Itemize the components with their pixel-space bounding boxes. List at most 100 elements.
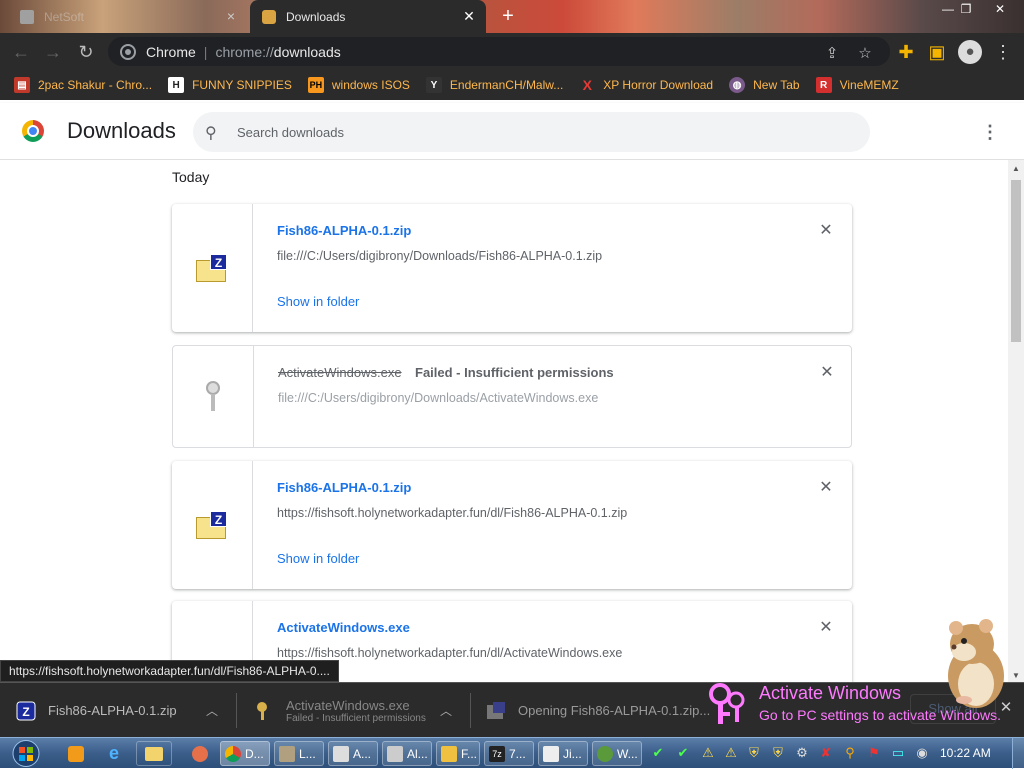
- document-icon: [543, 745, 559, 762]
- bookmark-item[interactable]: H FUNNY SNIPPIES: [168, 77, 292, 93]
- h-letter-icon: H: [168, 77, 185, 93]
- profile-avatar-icon[interactable]: ●: [958, 40, 982, 64]
- address-bar[interactable]: Chrome | chrome:// downloads ⇪ ☆: [108, 37, 890, 66]
- monitor-icon[interactable]: ▭: [890, 745, 906, 761]
- file-name-link[interactable]: ActivateWindows.exe: [277, 620, 410, 635]
- back-arrow-icon[interactable]: ←: [10, 41, 32, 63]
- tools-icon[interactable]: ✘: [818, 745, 834, 761]
- bookmark-item[interactable]: ▤ 2pac Shakur - Chro...: [14, 77, 152, 93]
- bookmark-label: windows ISOS: [331, 78, 410, 92]
- shield-icon[interactable]: ⛨: [770, 745, 786, 761]
- bookmark-item[interactable]: Y EndermanCH/Malw...: [425, 77, 564, 93]
- forward-arrow-icon[interactable]: →: [42, 41, 64, 63]
- more-actions-icon[interactable]: ⋮: [980, 120, 1000, 144]
- file-icon-column: Z: [172, 461, 253, 589]
- tab-title: Downloads: [286, 9, 346, 24]
- taskbar-task-7zip[interactable]: 7z 7...: [484, 741, 534, 766]
- reload-icon[interactable]: ↻: [75, 41, 97, 63]
- chrome-icon: [225, 745, 241, 762]
- bookmark-label: FUNNY SNIPPIES: [192, 78, 292, 92]
- bookmark-item[interactable]: PH windows ISOS: [307, 77, 410, 93]
- remove-close-icon[interactable]: ✕: [818, 223, 834, 239]
- shield-icon: [441, 745, 457, 762]
- shelf-item-failed[interactable]: ActivateWindows.exe Failed - Insufficien…: [254, 683, 452, 738]
- taskbar-task[interactable]: W...: [592, 741, 642, 766]
- warning-icon[interactable]: ⚠: [700, 745, 716, 761]
- tab-close-icon[interactable]: ×: [224, 9, 238, 23]
- taskbar-task-chrome[interactable]: D...: [220, 741, 270, 766]
- remove-close-icon[interactable]: ✕: [818, 620, 834, 636]
- zip-file-icon: Z: [196, 254, 228, 282]
- omnibox-separator: |: [203, 43, 208, 60]
- system-clock[interactable]: 10:22 AM: [940, 746, 991, 760]
- app-icon: [387, 745, 403, 762]
- file-icon-column: [173, 346, 254, 447]
- remove-close-icon[interactable]: ✕: [818, 480, 834, 496]
- flag-icon[interactable]: ⚑: [866, 745, 882, 761]
- tab-inactive[interactable]: NetSoft ×: [8, 0, 248, 33]
- file-name-link[interactable]: Fish86-ALPHA-0.1.zip: [277, 480, 411, 495]
- show-desktop-button[interactable]: [1012, 738, 1024, 769]
- scrollbar-thumb[interactable]: [1011, 180, 1021, 342]
- search-box[interactable]: ⚲: [193, 112, 870, 152]
- taskbar-task[interactable]: L...: [274, 741, 324, 766]
- internet-explorer-icon[interactable]: e: [96, 741, 132, 766]
- checkmark-icon[interactable]: ✔: [675, 745, 691, 761]
- media-player-icon[interactable]: [58, 741, 94, 766]
- taskbar-task[interactable]: Al...: [382, 741, 432, 766]
- start-orb-icon[interactable]: [8, 739, 44, 768]
- file-name-link[interactable]: Fish86-ALPHA-0.1.zip: [277, 223, 411, 238]
- bookmark-item[interactable]: ◍ New Tab: [729, 77, 800, 93]
- shelf-item[interactable]: Z Fish86-ALPHA-0.1.zip ︿: [16, 683, 218, 738]
- minimize-icon[interactable]: —: [938, 2, 958, 16]
- scroll-up-arrow-icon[interactable]: ▲: [1012, 164, 1020, 173]
- svg-text:Z: Z: [22, 705, 29, 719]
- zip-file-icon: Z: [16, 701, 36, 720]
- app-icon: [333, 745, 349, 762]
- bookmark-star-icon[interactable]: ☆: [856, 45, 874, 63]
- warning-icon[interactable]: ⚠: [723, 745, 739, 761]
- download-item: Z Fish86-ALPHA-0.1.zip file:///C:/Users/…: [172, 204, 852, 332]
- globe-icon: ◍: [729, 77, 746, 93]
- task-label: W...: [617, 746, 638, 761]
- bookmark-item[interactable]: X XP Horror Download: [579, 77, 714, 93]
- paint-icon[interactable]: [182, 741, 218, 766]
- shelf-item-opening[interactable]: Opening Fish86-ALPHA-0.1.zip...: [486, 683, 710, 738]
- link-status-bubble: https://fishsoft.holynetworkadapter.fun/…: [0, 660, 339, 682]
- taskbar-task[interactable]: F...: [436, 741, 480, 766]
- new-tab-button[interactable]: +: [498, 6, 518, 26]
- shelf-divider: [236, 693, 237, 728]
- shield-icon[interactable]: ⛨: [746, 745, 762, 761]
- gear-icon[interactable]: ⚙: [794, 745, 810, 761]
- taskbar-task[interactable]: Ji...: [538, 741, 588, 766]
- remove-close-icon[interactable]: ✕: [819, 365, 835, 381]
- share-icon[interactable]: ⇪: [823, 45, 841, 63]
- browser-menu-icon[interactable]: ⋮: [992, 41, 1014, 63]
- extensions-puzzle-icon[interactable]: ✚: [895, 41, 917, 63]
- checkmark-icon[interactable]: ✔: [650, 745, 666, 761]
- bookmark-item[interactable]: R VineMEMZ: [815, 77, 899, 93]
- tab-downloads[interactable]: Downloads ✕: [250, 0, 486, 33]
- side-panel-icon[interactable]: ▣: [926, 41, 948, 63]
- search-input[interactable]: [237, 124, 837, 140]
- search-icon[interactable]: ⚲: [842, 745, 858, 761]
- taskbar-task[interactable]: A...: [328, 741, 378, 766]
- search-icon: ⚲: [205, 125, 217, 142]
- vertical-scrollbar[interactable]: ▲ ▼: [1008, 160, 1024, 682]
- show-in-folder-link[interactable]: Show in folder: [277, 551, 359, 566]
- downloads-header: Downloads ⚲ ⋮: [0, 103, 1024, 160]
- downloads-list: Today Z Fish86-ALPHA-0.1.zip file:///C:/…: [0, 160, 1008, 682]
- maximize-icon[interactable]: ❐: [956, 2, 976, 16]
- tab-favicon: [20, 9, 34, 24]
- task-label: L...: [299, 746, 316, 761]
- show-in-folder-link[interactable]: Show in folder: [277, 294, 359, 309]
- window-close-icon[interactable]: ✕: [990, 2, 1010, 16]
- file-explorer-icon[interactable]: [136, 741, 172, 766]
- chevron-up-icon[interactable]: ︿: [440, 702, 452, 719]
- tab-close-icon[interactable]: ✕: [462, 9, 476, 23]
- volume-icon[interactable]: ◉: [914, 745, 930, 761]
- shelf-divider: [470, 693, 471, 728]
- chevron-up-icon[interactable]: ︿: [206, 702, 218, 719]
- bookmark-label: EndermanCH/Malw...: [449, 78, 564, 92]
- bookmark-label: XP Horror Download: [603, 78, 714, 92]
